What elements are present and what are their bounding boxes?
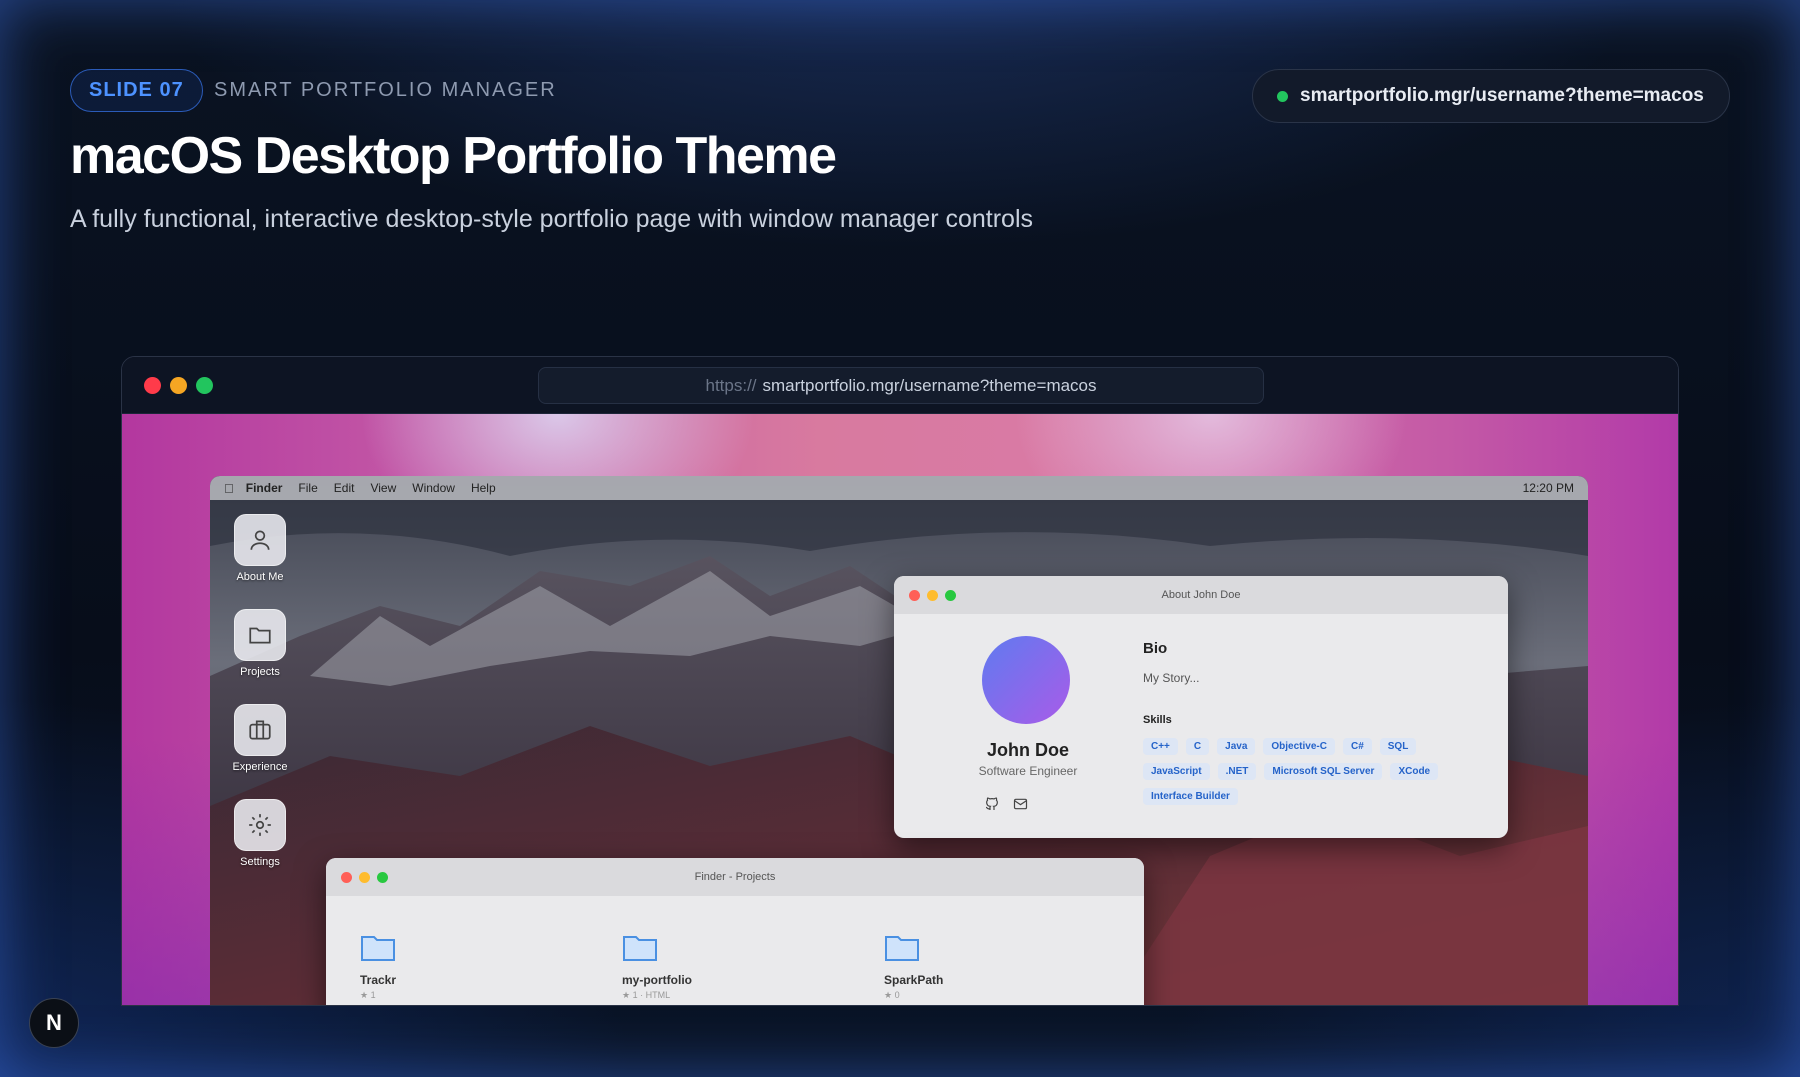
folder-meta: ★ 1	[360, 990, 376, 1000]
slide-description: A fully functional, interactive desktop-…	[70, 205, 1034, 233]
desktop-item-experience[interactable]: Experience	[232, 704, 288, 773]
menu-help[interactable]: Help	[471, 481, 496, 495]
menu-window[interactable]: Window	[412, 481, 455, 495]
apple-icon[interactable]: 	[224, 481, 234, 496]
profile-name: John Doe	[986, 740, 1069, 760]
minimize-icon[interactable]	[359, 872, 370, 883]
skill-tag: SQL	[1379, 738, 1417, 755]
avatar	[982, 636, 1070, 724]
folder-name: Trackr	[360, 973, 397, 987]
nextjs-badge[interactable]: N	[29, 998, 79, 1048]
close-icon[interactable]	[341, 872, 352, 883]
skill-tag: C#	[1342, 738, 1372, 755]
finder-window-title: Finder - Projects	[694, 871, 776, 883]
mac-menubar:  Finder File Edit View Window Help 12:2…	[210, 476, 1588, 500]
folder-name: SparkPath	[884, 973, 944, 987]
project-folder-sparkpath[interactable]: SparkPath ★ 0	[884, 932, 943, 1001]
macos-desktop:  Finder File Edit View Window Help 12:2…	[210, 476, 1588, 1005]
skill-tag: Objective-C	[1263, 738, 1335, 755]
mail-icon[interactable]	[1012, 796, 1029, 812]
minimize-icon[interactable]	[927, 590, 938, 601]
menu-view[interactable]: View	[370, 481, 396, 495]
gear-icon[interactable]	[234, 799, 286, 851]
about-window: About John Doe John Doe Software Enginee…	[894, 576, 1508, 838]
desktop-item-label: Experience	[232, 761, 288, 773]
finder-window: Finder - Projects Trackr ★ 1 my-portfoli…	[326, 858, 1144, 1005]
desktop-item-label: About Me	[236, 571, 284, 583]
menu-finder[interactable]: Finder	[246, 481, 283, 495]
menu-edit[interactable]: Edit	[334, 481, 355, 495]
desktop-item-label: Settings	[240, 856, 280, 868]
folder-icon[interactable]	[234, 609, 286, 661]
desktop-item-label: Projects	[240, 666, 280, 678]
profile-links	[984, 796, 1029, 812]
close-icon[interactable]	[909, 590, 920, 601]
skills-heading: Skills	[1143, 714, 1172, 726]
skill-tag: C	[1185, 738, 1210, 755]
address-bar[interactable]: https:// smartportfolio.mgr/username?the…	[538, 367, 1264, 404]
bio-heading: Bio	[1143, 640, 1168, 657]
maximize-icon[interactable]	[377, 872, 388, 883]
finder-window-titlebar[interactable]: Finder - Projects	[326, 858, 1144, 896]
project-folder-my-portfolio[interactable]: my-portfolio ★ 1 · HTML	[622, 932, 692, 1001]
url-pill: smartportfolio.mgr/username?theme=macos	[1252, 69, 1730, 123]
slide-subtitle: SMART PORTFOLIO MANAGER	[214, 79, 557, 101]
status-dot-icon	[1277, 90, 1288, 102]
maximize-icon[interactable]	[196, 377, 213, 394]
skills-list: C++ C Java Objective-C C# SQL JavaScript…	[1143, 738, 1483, 805]
project-folder-trackr[interactable]: Trackr ★ 1	[360, 932, 396, 1001]
browser-window: https:// smartportfolio.mgr/username?the…	[121, 356, 1679, 1006]
url-pill-text: smartportfolio.mgr/username?theme=macos	[1300, 85, 1704, 106]
address-text: smartportfolio.mgr/username?theme=macos	[762, 375, 1097, 395]
slide-title: macOS Desktop Portfolio Theme	[70, 127, 837, 185]
about-window-titlebar[interactable]: About John Doe	[894, 576, 1508, 614]
maximize-icon[interactable]	[945, 590, 956, 601]
minimize-icon[interactable]	[170, 377, 187, 394]
desktop-item-about-me[interactable]: About Me	[234, 514, 286, 583]
about-window-title: About John Doe	[1161, 589, 1241, 601]
user-icon[interactable]	[234, 514, 286, 566]
slide-number-badge: SLIDE 07	[70, 69, 203, 112]
bio-text: My Story...	[1143, 671, 1200, 685]
github-icon[interactable]	[984, 796, 1000, 812]
profile-role: Software Engineer	[978, 764, 1078, 778]
briefcase-icon[interactable]	[234, 704, 286, 756]
menu-file[interactable]: File	[298, 481, 317, 495]
desktop-item-projects[interactable]: Projects	[234, 609, 286, 678]
menubar-clock: 12:20 PM	[1522, 481, 1574, 495]
skill-tag: XCode	[1390, 763, 1439, 780]
skill-tag: Microsoft SQL Server	[1264, 763, 1383, 780]
folder-icon	[885, 936, 919, 961]
folder-icon	[623, 936, 657, 961]
desktop-item-settings[interactable]: Settings	[234, 799, 286, 868]
browser-toolbar: https:// smartportfolio.mgr/username?the…	[122, 357, 1678, 414]
skill-tag: JavaScript	[1143, 763, 1210, 780]
close-icon[interactable]	[144, 377, 161, 394]
folder-meta: ★ 1 · HTML	[622, 990, 671, 1000]
skill-tag: Interface Builder	[1143, 788, 1238, 805]
skill-tag: C++	[1143, 738, 1178, 755]
skill-tag: .NET	[1217, 763, 1257, 780]
folder-name: my-portfolio	[622, 973, 692, 987]
skill-tag: Java	[1217, 738, 1256, 755]
folder-meta: ★ 0	[884, 990, 900, 1000]
folder-icon	[361, 936, 395, 961]
address-scheme: https://	[705, 375, 757, 395]
browser-viewport:  Finder File Edit View Window Help 12:2…	[122, 414, 1678, 1005]
